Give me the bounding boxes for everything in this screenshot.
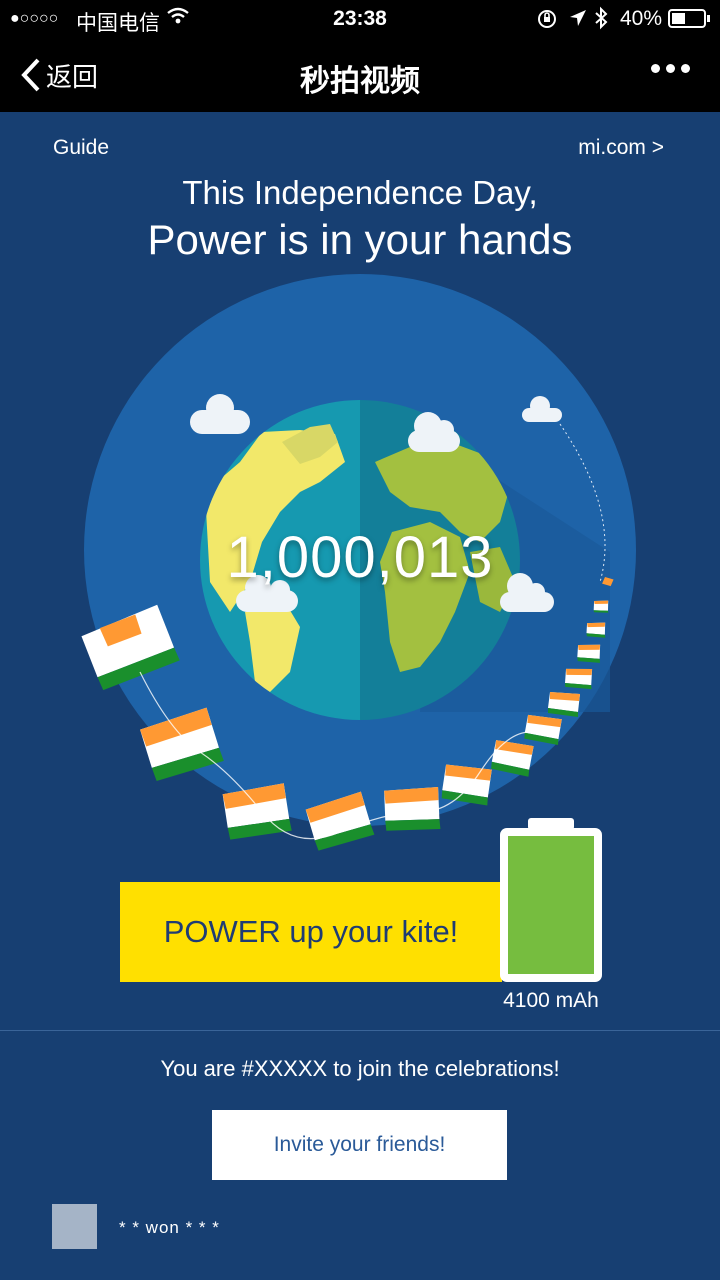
join-message: You are #XXXXX to join the celebrations! xyxy=(160,1056,560,1081)
battery-meter xyxy=(500,818,602,982)
orientation-lock-icon xyxy=(536,8,558,36)
nav-bar: 返回 秒拍视频 xyxy=(0,38,720,112)
participant-counter: 1,000,013 xyxy=(226,525,494,590)
page-title: 秒拍视频 xyxy=(300,65,420,98)
battery-icon xyxy=(668,9,712,35)
power-up-button[interactable]: POWER up your kite! xyxy=(120,882,502,982)
bluetooth-icon xyxy=(594,6,608,36)
avatar xyxy=(52,1204,97,1249)
battery-percent: 40% xyxy=(620,7,663,30)
battery-capacity-label: 4100 mAh xyxy=(503,989,599,1012)
location-icon xyxy=(568,8,588,34)
more-dots-icon[interactable] xyxy=(651,64,690,73)
campaign-page: Guide mi.com > This Independence Day, Po… xyxy=(0,112,720,1280)
clock: 23:38 xyxy=(333,7,387,30)
battery-fill xyxy=(508,836,594,974)
globe-illustration xyxy=(81,274,636,851)
section-divider xyxy=(0,1030,720,1031)
winner-ticker: * * won * * * xyxy=(119,1218,220,1237)
invite-friends-button[interactable]: Invite your friends! xyxy=(212,1110,507,1180)
status-bar: ●○○○○ 中国电信 23:38 40% xyxy=(0,0,720,38)
